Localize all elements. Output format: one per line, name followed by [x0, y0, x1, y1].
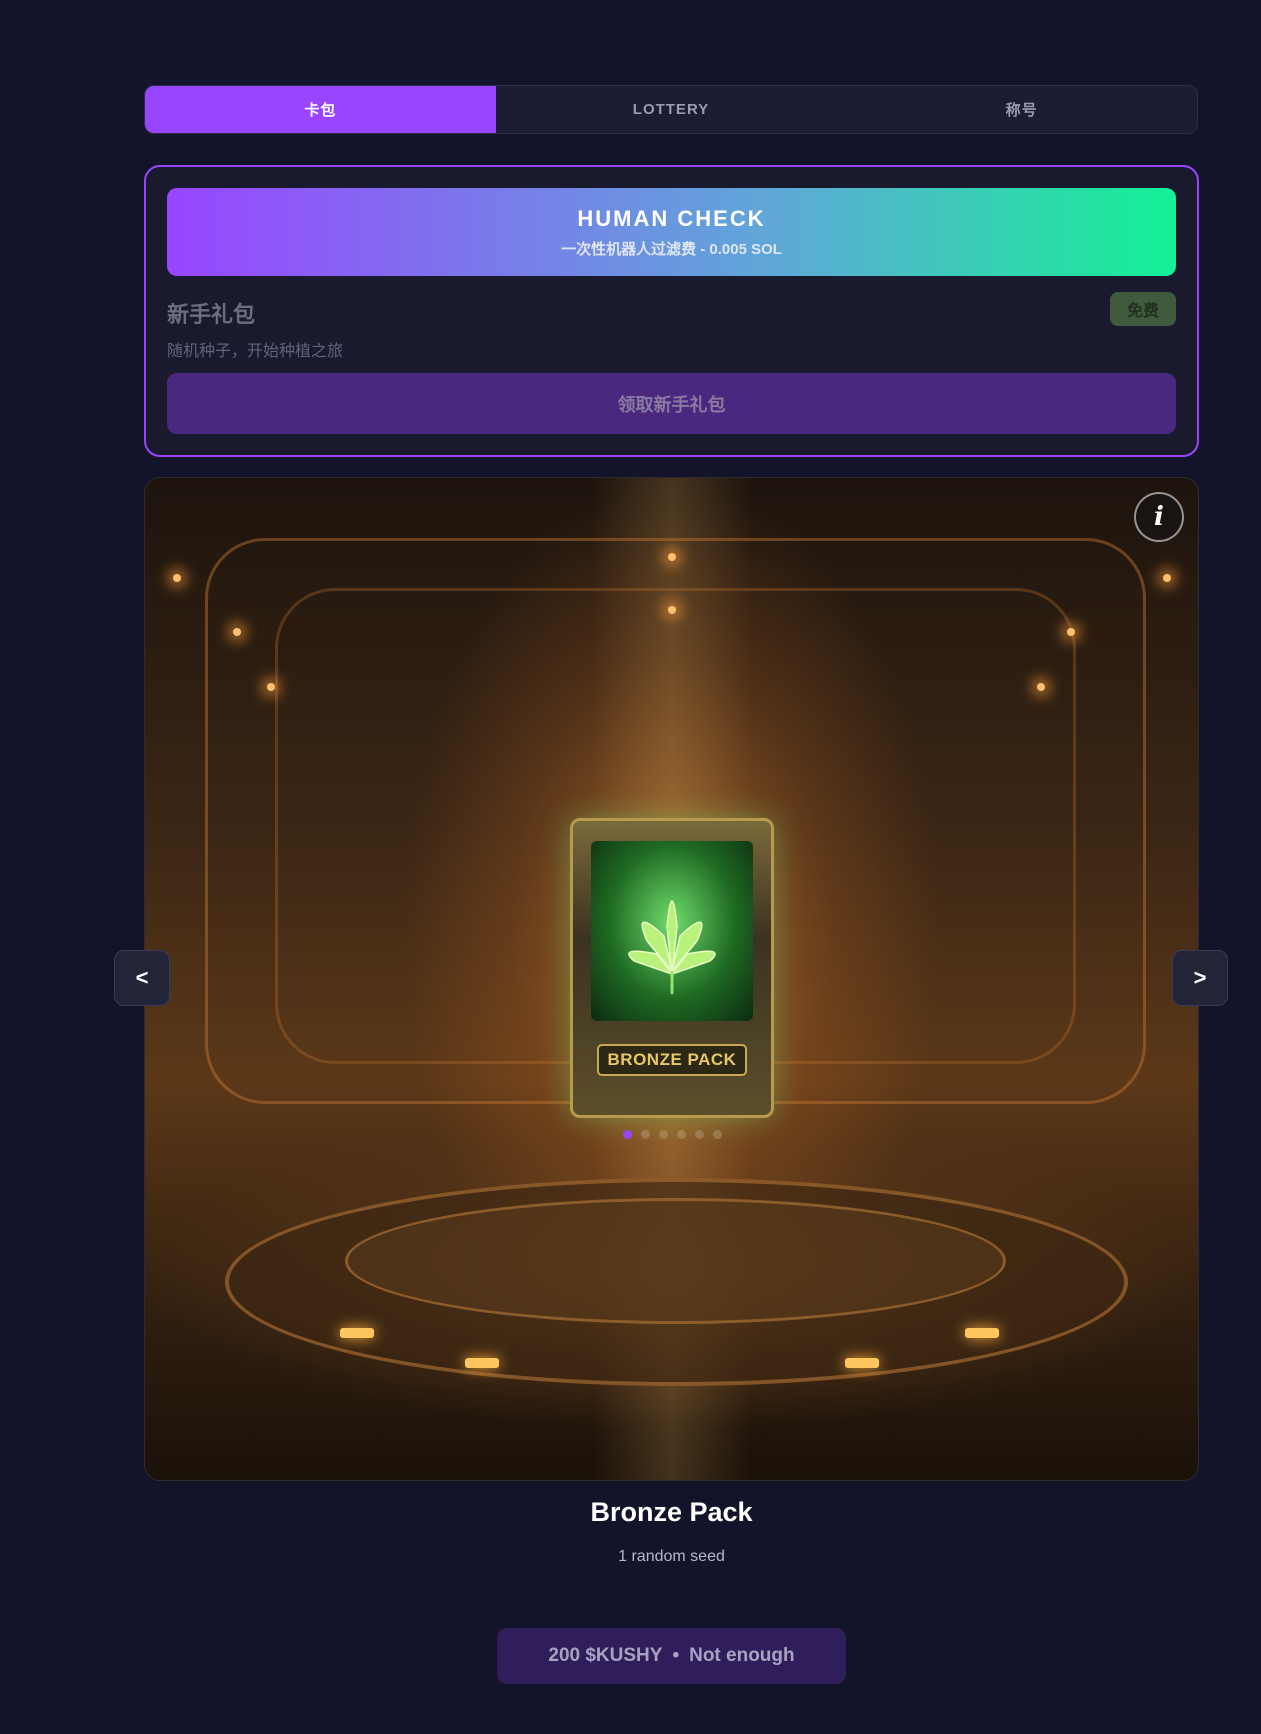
- balance-status: Not enough: [689, 1645, 795, 1666]
- starter-pack-card: HUMAN CHECK 一次性机器人过滤费 - 0.005 SOL 新手礼包 随…: [144, 165, 1199, 457]
- leaf-icon: [628, 900, 716, 994]
- wall-light: [1037, 683, 1045, 691]
- tab-lottery[interactable]: LOTTERY: [496, 86, 847, 133]
- wall-light: [668, 553, 676, 561]
- pack-description: 1 random seed: [618, 1548, 725, 1565]
- tab-card-packs[interactable]: 卡包: [145, 86, 496, 133]
- pack-card-label: BRONZE PACK: [597, 1044, 747, 1076]
- starter-pack-description: 随机种子，开始种植之旅: [167, 343, 344, 360]
- platform-light: [845, 1358, 879, 1368]
- buy-pack-button[interactable]: 200 $KUSHY • Not enough: [497, 1628, 846, 1684]
- free-badge: 免费: [1110, 292, 1176, 326]
- wall-light: [233, 628, 241, 636]
- wall-light: [1163, 574, 1171, 582]
- price-separator: •: [672, 1645, 680, 1666]
- tab-titles[interactable]: 称号: [846, 86, 1197, 133]
- wall-light: [668, 606, 676, 614]
- platform-light: [340, 1328, 374, 1338]
- tab-bar: 卡包 LOTTERY 称号: [144, 85, 1198, 134]
- pack-name: Bronze Pack: [590, 1497, 753, 1527]
- carousel-dot[interactable]: [659, 1130, 668, 1139]
- pack-price: 200 $KUSHY: [548, 1645, 663, 1666]
- platform-inner-ring: [345, 1198, 1006, 1324]
- claim-starter-pack-button[interactable]: 领取新手礼包: [167, 373, 1176, 434]
- pack-showcase: BRONZE PACK i: [144, 477, 1199, 1481]
- prev-pack-button[interactable]: <: [114, 950, 170, 1006]
- wall-light: [267, 683, 275, 691]
- carousel-dot[interactable]: [641, 1130, 650, 1139]
- wall-light: [1067, 628, 1075, 636]
- carousel-dot[interactable]: [695, 1130, 704, 1139]
- info-button[interactable]: i: [1134, 492, 1184, 542]
- carousel-dot[interactable]: [677, 1130, 686, 1139]
- human-check-title: HUMAN CHECK: [577, 205, 766, 231]
- platform-light: [465, 1358, 499, 1368]
- carousel-dot-active[interactable]: [623, 1130, 632, 1139]
- wall-light: [173, 574, 181, 582]
- pack-art: [591, 841, 753, 1021]
- starter-pack-title: 新手礼包: [167, 302, 256, 327]
- human-check-button[interactable]: HUMAN CHECK 一次性机器人过滤费 - 0.005 SOL: [167, 188, 1176, 276]
- carousel-dots: [623, 1130, 722, 1139]
- platform-light: [965, 1328, 999, 1338]
- next-pack-button[interactable]: >: [1172, 950, 1228, 1006]
- carousel-dot[interactable]: [713, 1130, 722, 1139]
- human-check-subtitle: 一次性机器人过滤费 - 0.005 SOL: [561, 240, 782, 258]
- bronze-pack-card-image[interactable]: BRONZE PACK: [570, 818, 774, 1118]
